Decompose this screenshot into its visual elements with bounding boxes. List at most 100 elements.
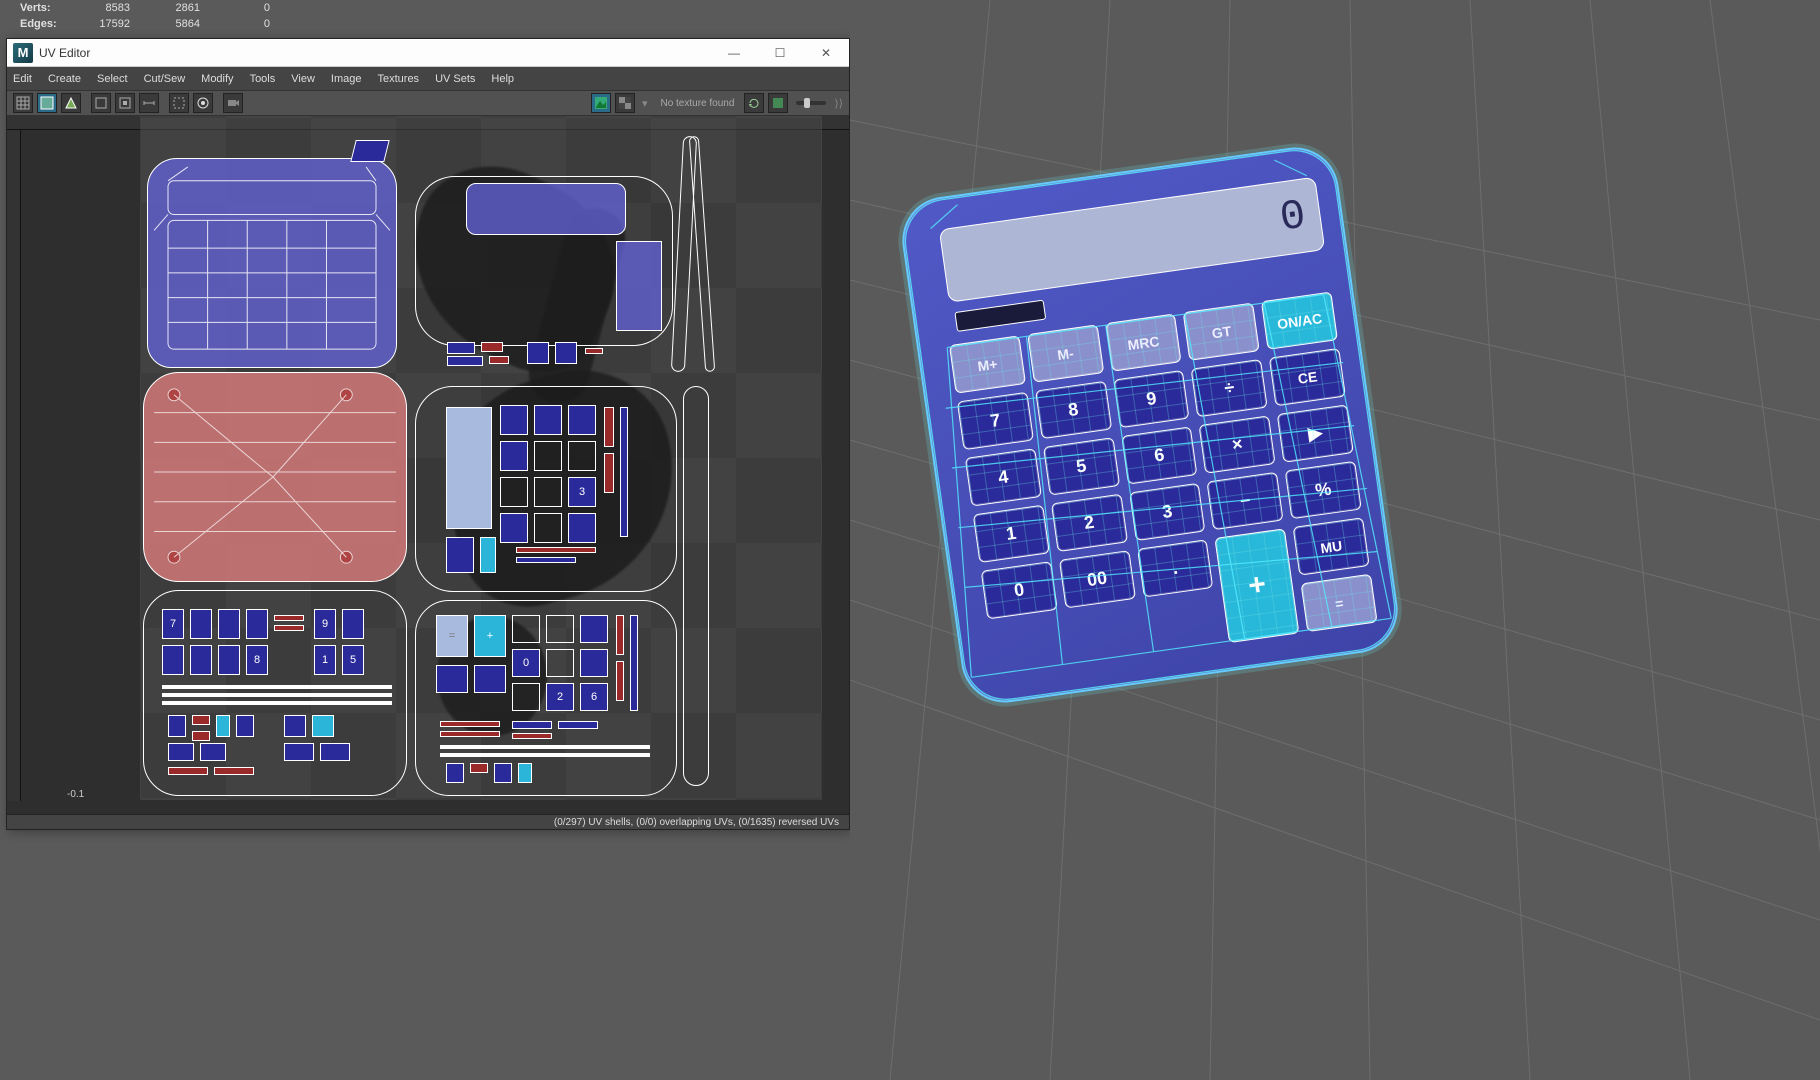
uv-shell-bottom[interactable]	[143, 372, 407, 582]
key-5[interactable]: 5	[1043, 437, 1120, 495]
menu-tools[interactable]: Tools	[250, 73, 276, 85]
menu-select[interactable]: Select	[97, 73, 128, 85]
uv-shell-pack-1[interactable]: 3	[415, 386, 677, 592]
key-eq[interactable]: =	[1301, 574, 1378, 632]
uv-bit[interactable]	[512, 683, 540, 711]
snap-icon[interactable]	[91, 93, 111, 113]
uv-bit[interactable]	[516, 547, 596, 553]
key-ce[interactable]: CE	[1269, 348, 1346, 406]
uv-bit[interactable]	[546, 615, 574, 643]
uv-shell-front[interactable]	[147, 158, 397, 368]
exposure-slider[interactable]	[796, 101, 826, 105]
uv-bit[interactable]	[218, 609, 240, 639]
key-mplus[interactable]: M+	[949, 335, 1026, 393]
uv-bit[interactable]	[512, 733, 552, 739]
key-8[interactable]: 8	[1035, 381, 1112, 439]
dropdown-icon[interactable]: ▾	[642, 97, 648, 110]
uv-bit[interactable]	[494, 763, 512, 783]
viewport-3d[interactable]: 0 M+ M- MRC GT ON/AC 7 8 9 ÷ CE 4 5 6 × …	[850, 0, 1820, 1080]
uv-bit[interactable]	[216, 715, 230, 737]
menu-create[interactable]: Create	[48, 73, 81, 85]
uv-bit[interactable]	[236, 715, 254, 737]
key-onac[interactable]: ON/AC	[1261, 291, 1338, 349]
uv-shell-sidestrip[interactable]	[683, 386, 709, 786]
uv-bit[interactable]	[616, 615, 624, 655]
chevrons-icon[interactable]: ⟩⟩	[834, 97, 843, 110]
key-mminus[interactable]: M-	[1027, 324, 1104, 382]
key-arrow[interactable]: ▶	[1277, 404, 1354, 462]
uv-bit[interactable]	[192, 715, 210, 725]
uv-bit[interactable]	[534, 405, 562, 435]
maximize-button[interactable]: ☐	[757, 39, 803, 67]
key-mul[interactable]: ×	[1199, 415, 1276, 473]
uv-bit[interactable]	[284, 715, 306, 737]
titlebar[interactable]: M UV Editor — ☐ ✕	[7, 39, 849, 67]
uv-bit[interactable]	[320, 743, 350, 761]
uv-bit[interactable]	[440, 731, 500, 737]
key-pct[interactable]: %	[1285, 461, 1362, 519]
uv-bit[interactable]	[474, 665, 506, 693]
uv-bit[interactable]	[200, 743, 226, 761]
uv-bit[interactable]	[162, 693, 392, 697]
uv-bit[interactable]	[616, 661, 624, 701]
menu-uvsets[interactable]: UV Sets	[435, 73, 475, 85]
key-div[interactable]: ÷	[1191, 359, 1268, 417]
uv-bit[interactable]	[218, 645, 240, 675]
uv-bit[interactable]	[246, 609, 268, 639]
uv-bit[interactable]	[162, 685, 392, 689]
close-button[interactable]: ✕	[803, 39, 849, 67]
menu-textures[interactable]: Textures	[377, 73, 419, 85]
uv-bit[interactable]	[527, 342, 549, 364]
display-icon[interactable]	[61, 93, 81, 113]
shaded-icon[interactable]	[37, 93, 57, 113]
uv-bit[interactable]	[342, 609, 364, 639]
key-00[interactable]: 00	[1059, 550, 1136, 608]
uv-bit[interactable]	[546, 649, 574, 677]
key-gt[interactable]: GT	[1183, 302, 1260, 360]
menu-view[interactable]: View	[291, 73, 315, 85]
uv-bit[interactable]	[446, 407, 492, 529]
uv-bit[interactable]	[534, 441, 562, 471]
uv-bit[interactable]	[214, 767, 254, 775]
uv-bit[interactable]	[534, 477, 562, 507]
menu-help[interactable]: Help	[491, 73, 514, 85]
uv-bit[interactable]	[512, 721, 552, 729]
uv-bit[interactable]	[440, 721, 500, 727]
key-mu[interactable]: MU	[1293, 517, 1370, 575]
key-1[interactable]: 1	[973, 505, 1050, 563]
uv-bit[interactable]	[604, 407, 614, 447]
refresh-icon[interactable]	[744, 93, 764, 113]
uv-bit[interactable]	[470, 763, 488, 773]
uv-bit[interactable]	[568, 441, 596, 471]
uv-bit[interactable]	[500, 513, 528, 543]
menu-cutsew[interactable]: Cut/Sew	[144, 73, 186, 85]
key-9[interactable]: 9	[1113, 370, 1190, 428]
menu-modify[interactable]: Modify	[201, 73, 233, 85]
calculator-model[interactable]: 0 M+ M- MRC GT ON/AC 7 8 9 ÷ CE 4 5 6 × …	[897, 142, 1404, 708]
uv-bit[interactable]	[284, 743, 314, 761]
key-0[interactable]: 0	[981, 561, 1058, 619]
uv-bit[interactable]	[500, 477, 528, 507]
uv-bit[interactable]	[585, 348, 603, 354]
uv-bit[interactable]	[512, 615, 540, 643]
uv-bit[interactable]	[500, 405, 528, 435]
checker-icon[interactable]	[615, 93, 635, 113]
uv-bit[interactable]	[630, 615, 638, 711]
uv-shell-pack-2[interactable]: 7 8 9 1 5	[143, 590, 407, 796]
menu-edit[interactable]: Edit	[13, 73, 32, 85]
uv-bit[interactable]	[516, 557, 576, 563]
uv-bit[interactable]	[568, 405, 596, 435]
key-mrc[interactable]: MRC	[1105, 313, 1182, 371]
key-7[interactable]: 7	[957, 392, 1034, 450]
uv-bit[interactable]	[620, 407, 628, 537]
isolate-toggle-icon[interactable]	[193, 93, 213, 113]
isolate-icon[interactable]	[169, 93, 189, 113]
uv-bit[interactable]	[274, 625, 304, 631]
uv-shell-strip-1[interactable]	[350, 140, 389, 162]
uv-bit[interactable]	[190, 609, 212, 639]
key-6[interactable]: 6	[1121, 426, 1198, 484]
texture-view-icon[interactable]	[591, 93, 611, 113]
uv-bit[interactable]	[440, 753, 650, 757]
uv-bit[interactable]	[168, 767, 208, 775]
uv-bit[interactable]	[447, 342, 475, 354]
